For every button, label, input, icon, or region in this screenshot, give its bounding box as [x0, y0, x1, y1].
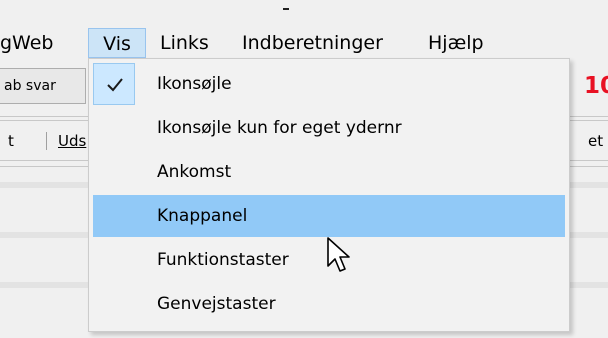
menu-item-label: Ikonsøjle kun for eget ydernr [157, 118, 402, 138]
menu-item-label: Ikonsøjle [157, 74, 232, 94]
menu-bar: gWeb Vis Links Indberetninger Hjælp [0, 28, 608, 58]
menu-item-label: Funktionstaster [157, 250, 289, 270]
menu-item-knappanel[interactable]: Knappanel [93, 195, 565, 237]
menu-logweb[interactable]: gWeb [0, 28, 53, 58]
menu-item-label: Genvejstaster [157, 294, 276, 314]
menu-item-ankomst[interactable]: Ankomst [93, 151, 565, 193]
menu-item-genvejstaster[interactable]: Genvejstaster [93, 283, 565, 325]
checkmark-icon [107, 78, 123, 92]
menu-item-ikonsojle[interactable]: Ikonsøjle [93, 63, 565, 105]
checkmark-box [93, 63, 135, 105]
menu-links[interactable]: Links [160, 28, 209, 58]
vis-dropdown-menu: Ikonsøjle Ikonsøjle kun for eget ydernr … [88, 58, 570, 332]
menu-item-label: Ankomst [157, 162, 232, 182]
counter-value: 10 [583, 73, 608, 99]
title-dash [283, 8, 289, 10]
menu-item-label: Knappanel [157, 206, 248, 226]
mouse-cursor-icon [327, 237, 350, 272]
menu-vis[interactable]: Vis [88, 28, 146, 58]
menu-hjaelp[interactable]: Hjælp [428, 28, 484, 58]
abs-svar-button[interactable]: ab svar [0, 68, 86, 104]
tab-separator [46, 132, 47, 150]
tab-t[interactable]: t [8, 126, 14, 156]
menu-indberetninger[interactable]: Indberetninger [242, 28, 383, 58]
tab-uds[interactable]: Uds [58, 126, 86, 156]
tab-right[interactable]: et pa [588, 126, 608, 156]
menu-item-ikonsojle-kun-for-eget-ydernr[interactable]: Ikonsøjle kun for eget ydernr [93, 107, 565, 149]
